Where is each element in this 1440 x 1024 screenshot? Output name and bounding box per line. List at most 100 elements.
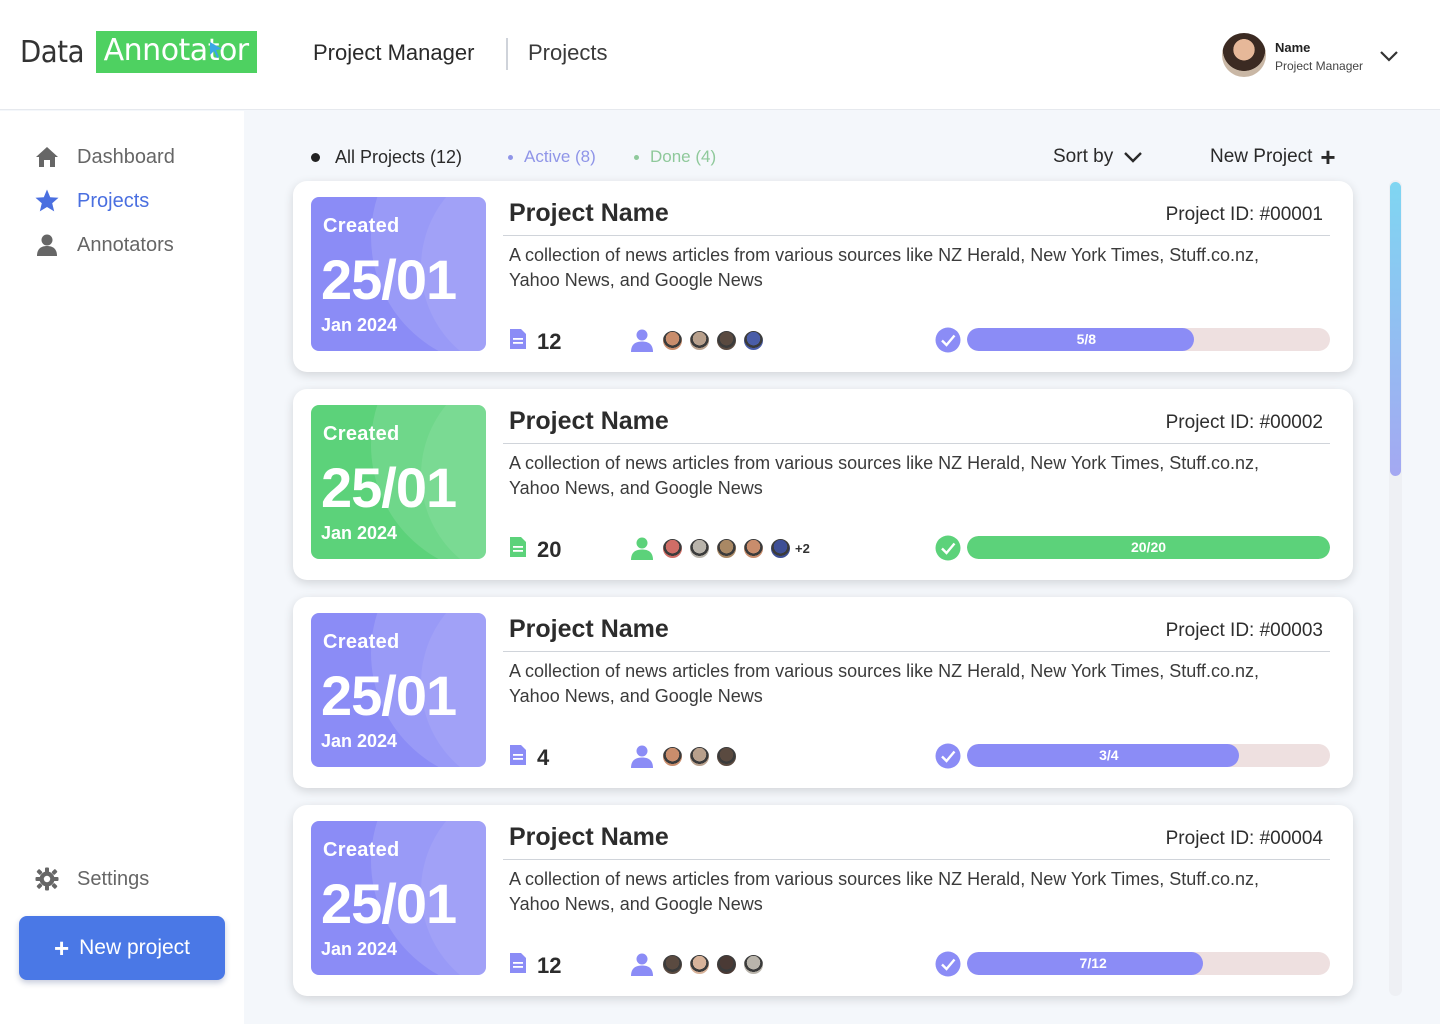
project-card[interactable]: Created 25/01 Jan 2024 Project Name Proj…	[293, 597, 1353, 788]
annotator-avatar[interactable]	[716, 330, 737, 351]
project-id: Project ID: #00004	[1165, 828, 1323, 849]
created-date-badge: Created 25/01 Jan 2024	[311, 613, 486, 767]
created-day: 25/01	[321, 248, 457, 311]
created-month: Jan 2024	[321, 731, 398, 751]
top-header: Data Annotator Project Manager Projects …	[0, 0, 1440, 110]
sidebar-item-annotators[interactable]: Annotators	[34, 232, 174, 258]
scrollbar-thumb[interactable]	[1390, 182, 1401, 476]
annotator-avatar[interactable]	[743, 330, 764, 351]
annotator-avatar[interactable]	[716, 954, 737, 975]
annotators-icon	[631, 537, 653, 560]
plus-icon: +	[53, 932, 70, 963]
project-title[interactable]: Project Name	[509, 615, 669, 644]
cursor-icon	[210, 42, 222, 58]
annotator-avatar[interactable]	[743, 954, 764, 975]
new-project-link-label: New Project	[1210, 146, 1313, 167]
filter-label: All Projects (12)	[335, 147, 463, 167]
project-card[interactable]: Created 25/01 Jan 2024 Project Name Proj…	[293, 805, 1353, 996]
breadcrumb-projects[interactable]: Projects	[528, 40, 607, 66]
progress-label: 20/20	[1130, 539, 1167, 555]
created-label: Created	[323, 839, 400, 861]
annotator-avatar[interactable]	[743, 538, 764, 559]
created-month: Jan 2024	[321, 523, 398, 543]
document-count: 4	[537, 745, 550, 770]
annotator-avatars	[662, 330, 770, 351]
gear-icon	[35, 867, 59, 891]
annotator-avatars	[662, 954, 770, 975]
created-day: 25/01	[321, 872, 457, 935]
project-description: A collection of news articles from vario…	[509, 245, 1259, 290]
new-project-link[interactable]: New Project +	[1210, 142, 1336, 172]
created-label: Created	[323, 215, 400, 237]
breadcrumb-separator	[506, 38, 508, 70]
created-label: Created	[323, 423, 400, 445]
dot-icon	[634, 154, 639, 160]
filter-all-projects[interactable]: All Projects (12)	[311, 147, 462, 168]
annotator-avatar[interactable]	[689, 538, 710, 559]
star-icon	[35, 189, 59, 212]
progress-bar: 3/4	[967, 744, 1330, 767]
annotator-avatar[interactable]	[716, 538, 737, 559]
annotator-avatar[interactable]	[716, 746, 737, 767]
project-title[interactable]: Project Name	[509, 199, 669, 228]
sort-by-label: Sort by	[1053, 146, 1114, 167]
progress-bar: 7/12	[967, 952, 1330, 975]
progress-bar: 5/8	[967, 328, 1330, 351]
breadcrumb-project-manager[interactable]: Project Manager	[313, 40, 474, 66]
card-divider	[503, 443, 1330, 444]
sidebar-item-dashboard[interactable]: Dashboard	[34, 144, 175, 170]
sidebar-item-projects[interactable]: Projects	[34, 188, 149, 214]
user-name: Name	[1275, 40, 1311, 55]
user-icon	[37, 234, 57, 256]
filter-active[interactable]: Active (8)	[508, 147, 596, 167]
project-description: A collection of news articles from vario…	[509, 661, 1259, 706]
annotator-avatar[interactable]	[662, 330, 683, 351]
plus-icon: +	[1320, 142, 1336, 172]
document-icon	[510, 537, 526, 557]
project-description: A collection of news articles from vario…	[509, 869, 1259, 914]
annotator-avatar[interactable]	[770, 538, 791, 559]
annotator-avatar[interactable]	[689, 330, 710, 351]
sidebar-item-label: Annotators	[77, 233, 174, 256]
logo-annotator-text: Annotator	[95, 31, 257, 73]
annotator-avatar[interactable]	[662, 954, 683, 975]
progress-label: 5/8	[1076, 331, 1097, 347]
sort-by-dropdown[interactable]: Sort by	[1053, 146, 1144, 168]
filter-done[interactable]: Done (4)	[634, 147, 716, 167]
project-title[interactable]: Project Name	[509, 407, 669, 436]
sidebar-item-settings[interactable]: Settings	[34, 866, 149, 892]
created-date-badge: Created 25/01 Jan 2024	[311, 405, 486, 559]
document-count: 12	[537, 329, 562, 354]
filter-label: Active (8)	[524, 147, 596, 166]
created-date-badge: Created 25/01 Jan 2024	[311, 821, 486, 975]
created-date-badge: Created 25/01 Jan 2024	[311, 197, 486, 351]
user-avatar[interactable]	[1222, 33, 1266, 77]
document-icon	[510, 745, 526, 765]
chevron-down-icon[interactable]	[1378, 48, 1400, 64]
check-circle-icon	[935, 535, 961, 561]
sidebar-item-label: Settings	[77, 867, 150, 890]
annotator-avatar[interactable]	[689, 746, 710, 767]
document-icon	[510, 329, 526, 349]
new-project-button[interactable]: + New project	[19, 916, 225, 980]
annotators-icon	[631, 329, 653, 352]
document-count: 20	[537, 537, 562, 562]
project-card[interactable]: Created 25/01 Jan 2024 Project Name Proj…	[293, 181, 1353, 372]
project-title[interactable]: Project Name	[509, 823, 669, 852]
check-circle-icon	[935, 951, 961, 977]
user-role: Project Manager	[1275, 59, 1364, 73]
annotator-avatar[interactable]	[662, 746, 683, 767]
project-description: A collection of news articles from vario…	[509, 453, 1259, 498]
filter-label: Done (4)	[650, 147, 717, 166]
annotator-avatar[interactable]	[689, 954, 710, 975]
project-id: Project ID: #00001	[1165, 204, 1323, 225]
annotator-avatar[interactable]	[662, 538, 683, 559]
created-day: 25/01	[321, 664, 457, 727]
progress-bar: 20/20	[967, 536, 1330, 559]
document-icon	[510, 953, 526, 973]
dot-icon	[311, 153, 320, 162]
avatar-more-count[interactable]: +2	[795, 541, 810, 556]
created-label: Created	[323, 631, 400, 653]
project-card[interactable]: Created 25/01 Jan 2024 Project Name Proj…	[293, 389, 1353, 580]
card-divider	[503, 235, 1330, 236]
